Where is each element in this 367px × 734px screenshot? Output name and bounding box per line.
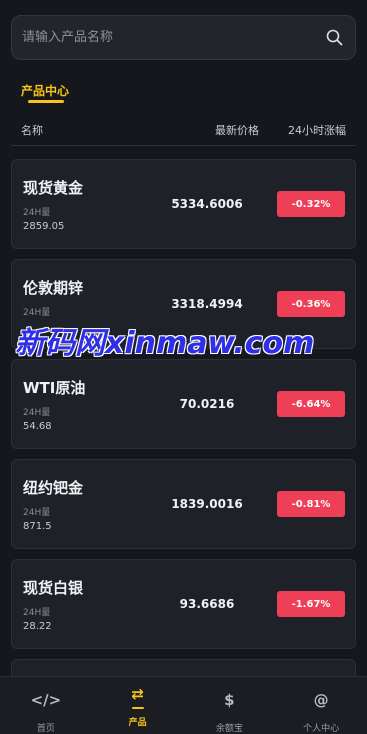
bottom-nav: </> 首页 ⇄ 产品 $ 余额宝 @ 个人中心 bbox=[0, 676, 367, 734]
change-badge: -6.64% bbox=[277, 391, 345, 417]
change-badge: -0.36% bbox=[277, 291, 345, 317]
swap-icon: ⇄ bbox=[131, 685, 144, 703]
product-list: 现货黄金 24H量 2859.05 5334.6006 -0.32% 伦敦期锌 … bbox=[11, 159, 356, 734]
watermark: 新码网xinmaw.com bbox=[15, 326, 315, 361]
nav-label: 个人中心 bbox=[303, 724, 340, 734]
product-price: 3318.4994 bbox=[171, 297, 243, 311]
nav-profile[interactable]: @ 个人中心 bbox=[275, 677, 367, 734]
change-badge: -1.67% bbox=[277, 591, 345, 617]
volume-label: 24H量 bbox=[23, 608, 51, 618]
product-price: 93.6686 bbox=[179, 597, 235, 611]
product-card[interactable]: 纽约钯金 24H量 871.5 1839.0016 -0.81% bbox=[11, 459, 356, 549]
volume-value: 2859.05 bbox=[23, 221, 65, 232]
nav-products[interactable]: ⇄ 产品 bbox=[92, 677, 184, 734]
product-price: 1839.0016 bbox=[171, 497, 243, 511]
column-header-price: 最新价格 bbox=[215, 124, 259, 137]
product-name: WTI原油 bbox=[23, 379, 86, 397]
volume-label: 24H量 bbox=[23, 308, 51, 318]
column-header-change: 24小时涨幅 bbox=[288, 124, 346, 137]
nav-label: 产品 bbox=[128, 718, 147, 728]
change-badge: -0.32% bbox=[277, 191, 345, 217]
header-divider bbox=[11, 145, 356, 146]
product-card[interactable]: 现货黄金 24H量 2859.05 5334.6006 -0.32% bbox=[11, 159, 356, 249]
product-card[interactable]: WTI原油 24H量 54.68 70.0216 -6.64% bbox=[11, 359, 356, 449]
product-price: 70.0216 bbox=[179, 397, 235, 411]
product-name: 现货黄金 bbox=[23, 179, 84, 197]
nav-home[interactable]: </> 首页 bbox=[0, 677, 92, 734]
volume-label: 24H量 bbox=[23, 408, 51, 418]
product-name: 现货白银 bbox=[23, 579, 84, 597]
tab-product-center[interactable]: 产品中心 bbox=[21, 82, 69, 99]
nav-balance[interactable]: $ 余额宝 bbox=[184, 677, 276, 734]
tab-underline bbox=[28, 100, 64, 103]
column-header-name: 名称 bbox=[21, 124, 43, 137]
change-badge: -0.81% bbox=[277, 491, 345, 517]
search-input[interactable] bbox=[22, 30, 325, 45]
product-name: 伦敦期锌 bbox=[23, 279, 84, 297]
product-price: 5334.6006 bbox=[171, 197, 243, 211]
code-icon: </> bbox=[30, 691, 62, 709]
product-name: 纽约钯金 bbox=[23, 479, 84, 497]
nav-label: 余额宝 bbox=[215, 724, 243, 734]
volume-value: 54.68 bbox=[23, 421, 52, 432]
product-card[interactable]: 现货白银 24H量 28.22 93.6686 -1.67% bbox=[11, 559, 356, 649]
at-icon: @ bbox=[313, 691, 329, 709]
volume-label: 24H量 bbox=[23, 508, 51, 518]
dollar-icon: $ bbox=[224, 691, 235, 709]
volume-value: 28.22 bbox=[23, 621, 52, 632]
search-bar[interactable] bbox=[11, 15, 356, 60]
active-indicator bbox=[131, 707, 144, 709]
volume-label: 24H量 bbox=[23, 208, 51, 218]
volume-value: 871.5 bbox=[23, 521, 52, 532]
nav-label: 首页 bbox=[36, 724, 55, 734]
search-icon[interactable] bbox=[325, 29, 343, 47]
